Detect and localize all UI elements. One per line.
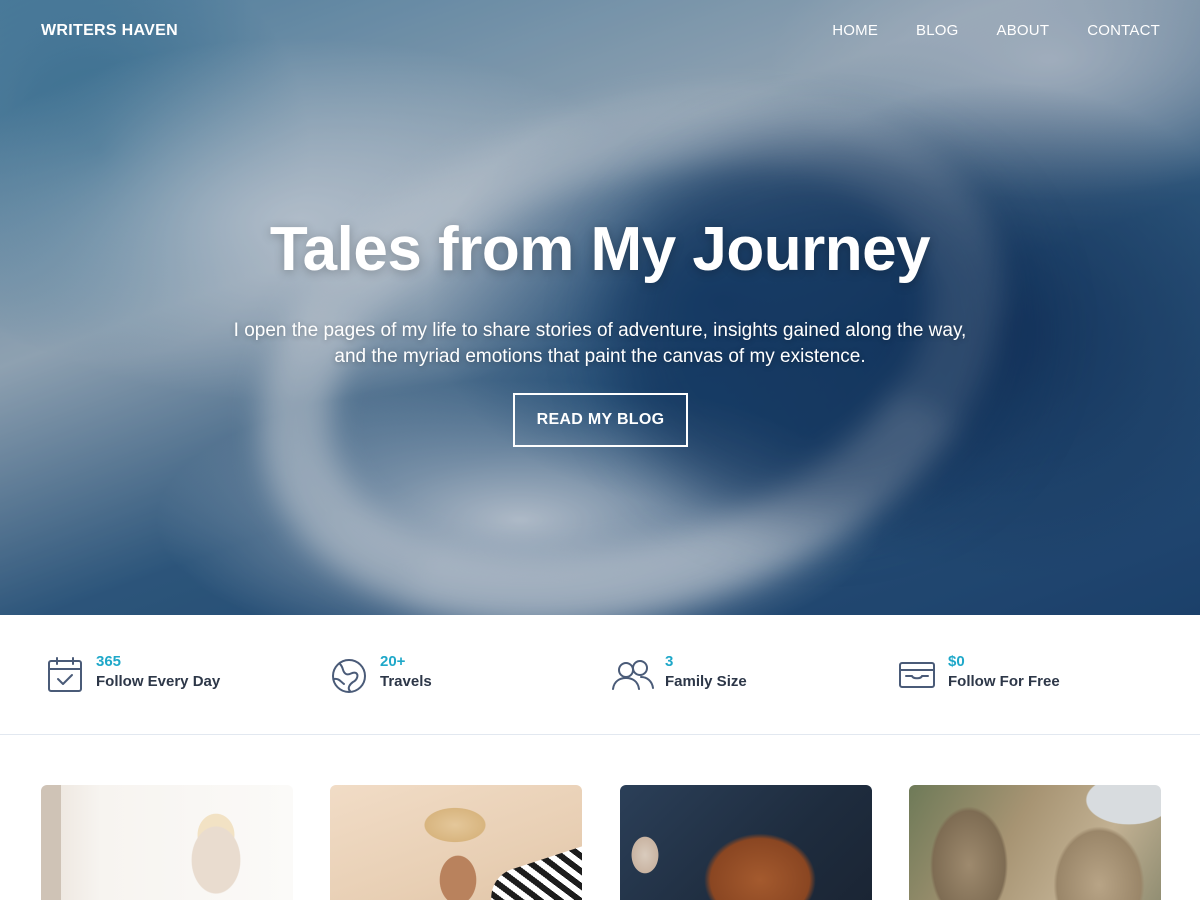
stat-item: 20+ Travels (330, 653, 432, 695)
wallet-icon (899, 662, 935, 688)
stats-bar: 365 Follow Every Day 20+ Travels 3 Famil… (0, 615, 1200, 735)
stat-item: 3 Family Size (611, 653, 747, 695)
stat-label: Follow For Free (948, 673, 1060, 690)
blog-card-image-cliff[interactable] (909, 785, 1161, 900)
hero-subtitle: I open the pages of my life to share sto… (233, 320, 967, 367)
striped-towel (483, 844, 582, 900)
blog-card-image-meditation[interactable] (41, 785, 293, 900)
stat-item: $0 Follow For Free (898, 653, 1060, 695)
stat-value: $0 (948, 653, 965, 670)
stat-label: Travels (380, 673, 432, 690)
hero-section: WRITERS HAVEN HOME BLOG ABOUT CONTACT Ta… (0, 0, 1200, 615)
hero-title: Tales from My Journey (269, 215, 931, 284)
read-my-blog-button[interactable]: READ MY BLOG (513, 393, 688, 447)
nav-item-about[interactable]: ABOUT (997, 22, 1050, 39)
blog-card-image-beach[interactable] (330, 785, 582, 900)
blog-cards (0, 785, 1200, 900)
stat-label: Family Size (665, 673, 747, 690)
main-nav: HOME BLOG ABOUT CONTACT (794, 22, 1160, 39)
stat-value: 3 (665, 653, 674, 670)
nav-item-contact[interactable]: CONTACT (1087, 22, 1160, 39)
stat-label: Follow Every Day (96, 673, 221, 690)
site-brand[interactable]: WRITERS HAVEN (41, 22, 178, 40)
hero-overlay (0, 0, 1200, 615)
users-icon (612, 660, 654, 690)
nav-item-home[interactable]: HOME (832, 22, 878, 39)
nav-item-blog[interactable]: BLOG (916, 22, 958, 39)
globe-icon (332, 659, 366, 693)
stat-value: 20+ (380, 653, 406, 670)
blog-card-image-bread[interactable] (620, 785, 872, 900)
calendar-check-icon (48, 657, 82, 692)
stat-value: 365 (96, 653, 122, 670)
stat-item: 365 Follow Every Day (46, 653, 220, 695)
